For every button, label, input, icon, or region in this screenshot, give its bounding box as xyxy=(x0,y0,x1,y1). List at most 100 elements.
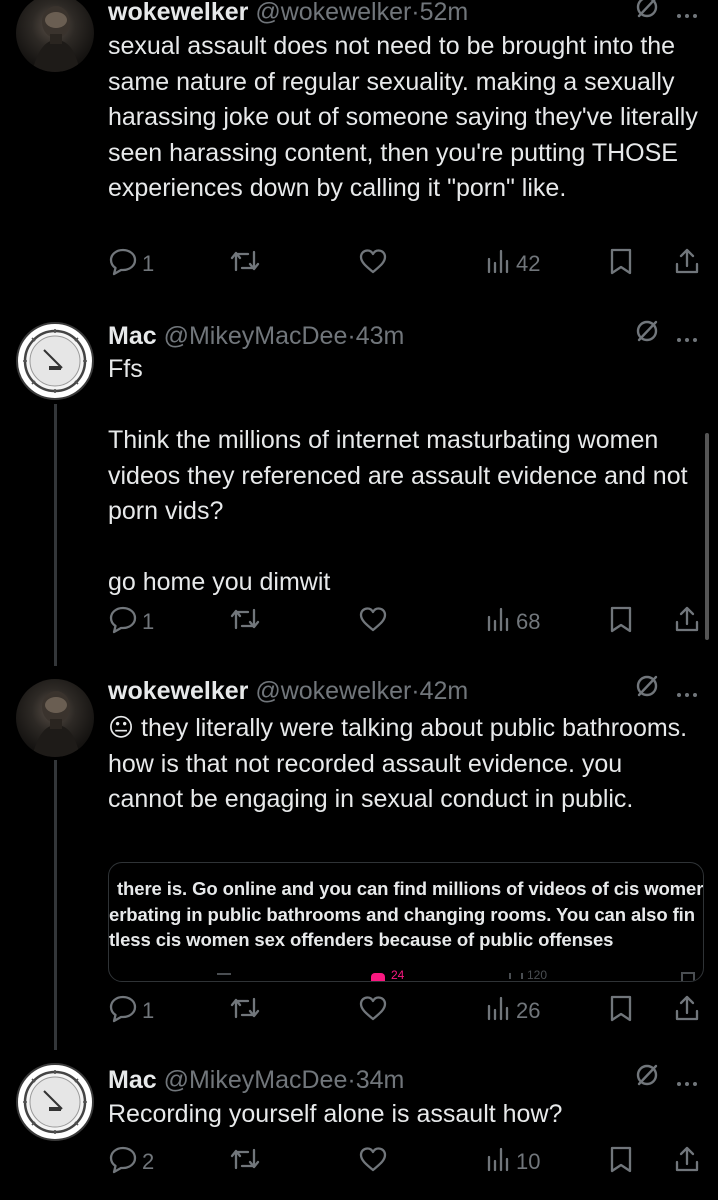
retweet-icon xyxy=(228,604,262,640)
like-icon xyxy=(358,605,388,639)
action-bar: 1 26 xyxy=(108,993,702,1029)
share-icon xyxy=(673,604,701,640)
views-button[interactable]: 26 xyxy=(484,993,540,1029)
reply-icon xyxy=(108,246,138,282)
thread-line xyxy=(54,760,57,1050)
handle[interactable]: @wokewelker xyxy=(255,0,411,26)
reply-count: 1 xyxy=(142,609,155,634)
timestamp[interactable]: 34m xyxy=(356,1066,405,1094)
quoted-action-bar-cropped: 24 120 xyxy=(109,968,703,982)
thread-line xyxy=(54,404,57,666)
retweet-button[interactable] xyxy=(228,604,262,640)
neutral-face-emoji: 😐 xyxy=(108,713,135,742)
more-icon[interactable] xyxy=(676,1062,698,1098)
views-button[interactable]: 68 xyxy=(484,604,540,640)
bookmark-button[interactable] xyxy=(608,246,634,282)
retweet-icon xyxy=(228,1144,262,1180)
share-button[interactable] xyxy=(673,246,701,282)
reply-count: 1 xyxy=(142,251,155,276)
retweet-icon xyxy=(228,246,262,282)
bookmark-icon xyxy=(681,972,695,981)
handle[interactable]: @wokewelker xyxy=(255,677,411,705)
grok-icon[interactable] xyxy=(634,0,660,30)
bookmark-button[interactable] xyxy=(608,604,634,640)
views-button[interactable]: 10 xyxy=(484,1144,540,1180)
views-icon xyxy=(484,994,512,1028)
avatar[interactable] xyxy=(16,322,94,400)
display-name[interactable]: Mac xyxy=(108,322,157,350)
reply-icon xyxy=(108,604,138,640)
views-button[interactable]: 42 xyxy=(484,246,540,282)
timestamp[interactable]: 43m xyxy=(356,322,405,350)
grok-icon[interactable] xyxy=(634,318,660,354)
tweet-text: Ffs Think the millions of internet mastu… xyxy=(108,355,688,596)
like-icon xyxy=(358,994,388,1028)
separator: · xyxy=(347,322,356,350)
action-bar: 1 42 xyxy=(108,246,702,282)
views-icon xyxy=(484,605,512,639)
views-count: 26 xyxy=(516,998,541,1023)
display-name[interactable]: wokewelker xyxy=(108,677,248,705)
retweet-button[interactable] xyxy=(228,993,262,1029)
action-bar: 1 68 xyxy=(108,604,702,640)
bookmark-icon xyxy=(608,604,634,640)
quoted-line: there is. Go online and you can find mil… xyxy=(117,878,704,899)
tweet-text: sexual assault does not need to be broug… xyxy=(108,32,705,202)
more-icon[interactable] xyxy=(676,673,698,709)
more-icon[interactable] xyxy=(676,318,698,354)
bookmark-button[interactable] xyxy=(608,1144,634,1180)
action-bar: 2 10 xyxy=(108,1144,702,1180)
like-button[interactable] xyxy=(358,993,388,1029)
tweet-text-body: they literally were talking about public… xyxy=(108,714,695,813)
reply-button[interactable]: 1 xyxy=(108,246,154,282)
quoted-line: tless cis women sex offenders because of… xyxy=(109,929,614,950)
share-button[interactable] xyxy=(673,604,701,640)
reply-button[interactable]: 1 xyxy=(108,993,154,1029)
quoted-views-count: 120 xyxy=(527,968,548,982)
handle[interactable]: @MikeyMacDee xyxy=(164,322,348,350)
views-icon xyxy=(484,1145,512,1179)
views-count: 42 xyxy=(516,251,541,276)
quoted-line: erbating in public bathrooms and changin… xyxy=(109,904,695,925)
avatar[interactable] xyxy=(16,0,94,72)
like-icon xyxy=(358,247,388,281)
retweet-button[interactable] xyxy=(228,1144,262,1180)
handle[interactable]: @MikeyMacDee xyxy=(164,1066,348,1094)
quoted-like-count: 24 xyxy=(391,968,405,982)
grok-icon[interactable] xyxy=(634,673,660,709)
timestamp[interactable]: 52m xyxy=(420,0,469,26)
display-name[interactable]: Mac xyxy=(108,1066,157,1094)
retweet-icon xyxy=(228,993,262,1029)
bookmark-button[interactable] xyxy=(608,993,634,1029)
more-icon[interactable] xyxy=(676,0,698,30)
quoted-tweet[interactable]: there is. Go online and you can find mil… xyxy=(108,862,704,982)
views-count: 68 xyxy=(516,609,541,634)
retweet-button[interactable] xyxy=(228,246,262,282)
scrollbar[interactable] xyxy=(705,433,709,640)
avatar[interactable] xyxy=(16,1063,94,1141)
reply-count: 2 xyxy=(142,1149,155,1174)
tweet-text: 😐 they literally were talking about publ… xyxy=(108,710,698,818)
like-icon xyxy=(371,973,385,981)
views-count: 10 xyxy=(516,1149,541,1174)
like-button[interactable] xyxy=(358,1144,388,1180)
reply-icon xyxy=(108,993,138,1029)
share-button[interactable] xyxy=(673,1144,701,1180)
reply-button[interactable]: 1 xyxy=(108,604,154,640)
share-button[interactable] xyxy=(673,993,701,1029)
separator: · xyxy=(347,1066,356,1094)
share-icon xyxy=(673,1144,701,1180)
reply-button[interactable]: 2 xyxy=(108,1144,154,1180)
retweet-icon xyxy=(217,973,231,975)
timestamp[interactable]: 42m xyxy=(420,677,469,705)
grok-icon[interactable] xyxy=(634,1062,660,1098)
reply-count: 1 xyxy=(142,998,155,1023)
separator: · xyxy=(411,677,420,705)
like-button[interactable] xyxy=(358,604,388,640)
bookmark-icon xyxy=(608,246,634,282)
separator: · xyxy=(411,0,420,26)
bookmark-icon xyxy=(608,1144,634,1180)
like-button[interactable] xyxy=(358,246,388,282)
avatar[interactable] xyxy=(16,679,94,757)
display-name[interactable]: wokewelker xyxy=(108,0,248,26)
